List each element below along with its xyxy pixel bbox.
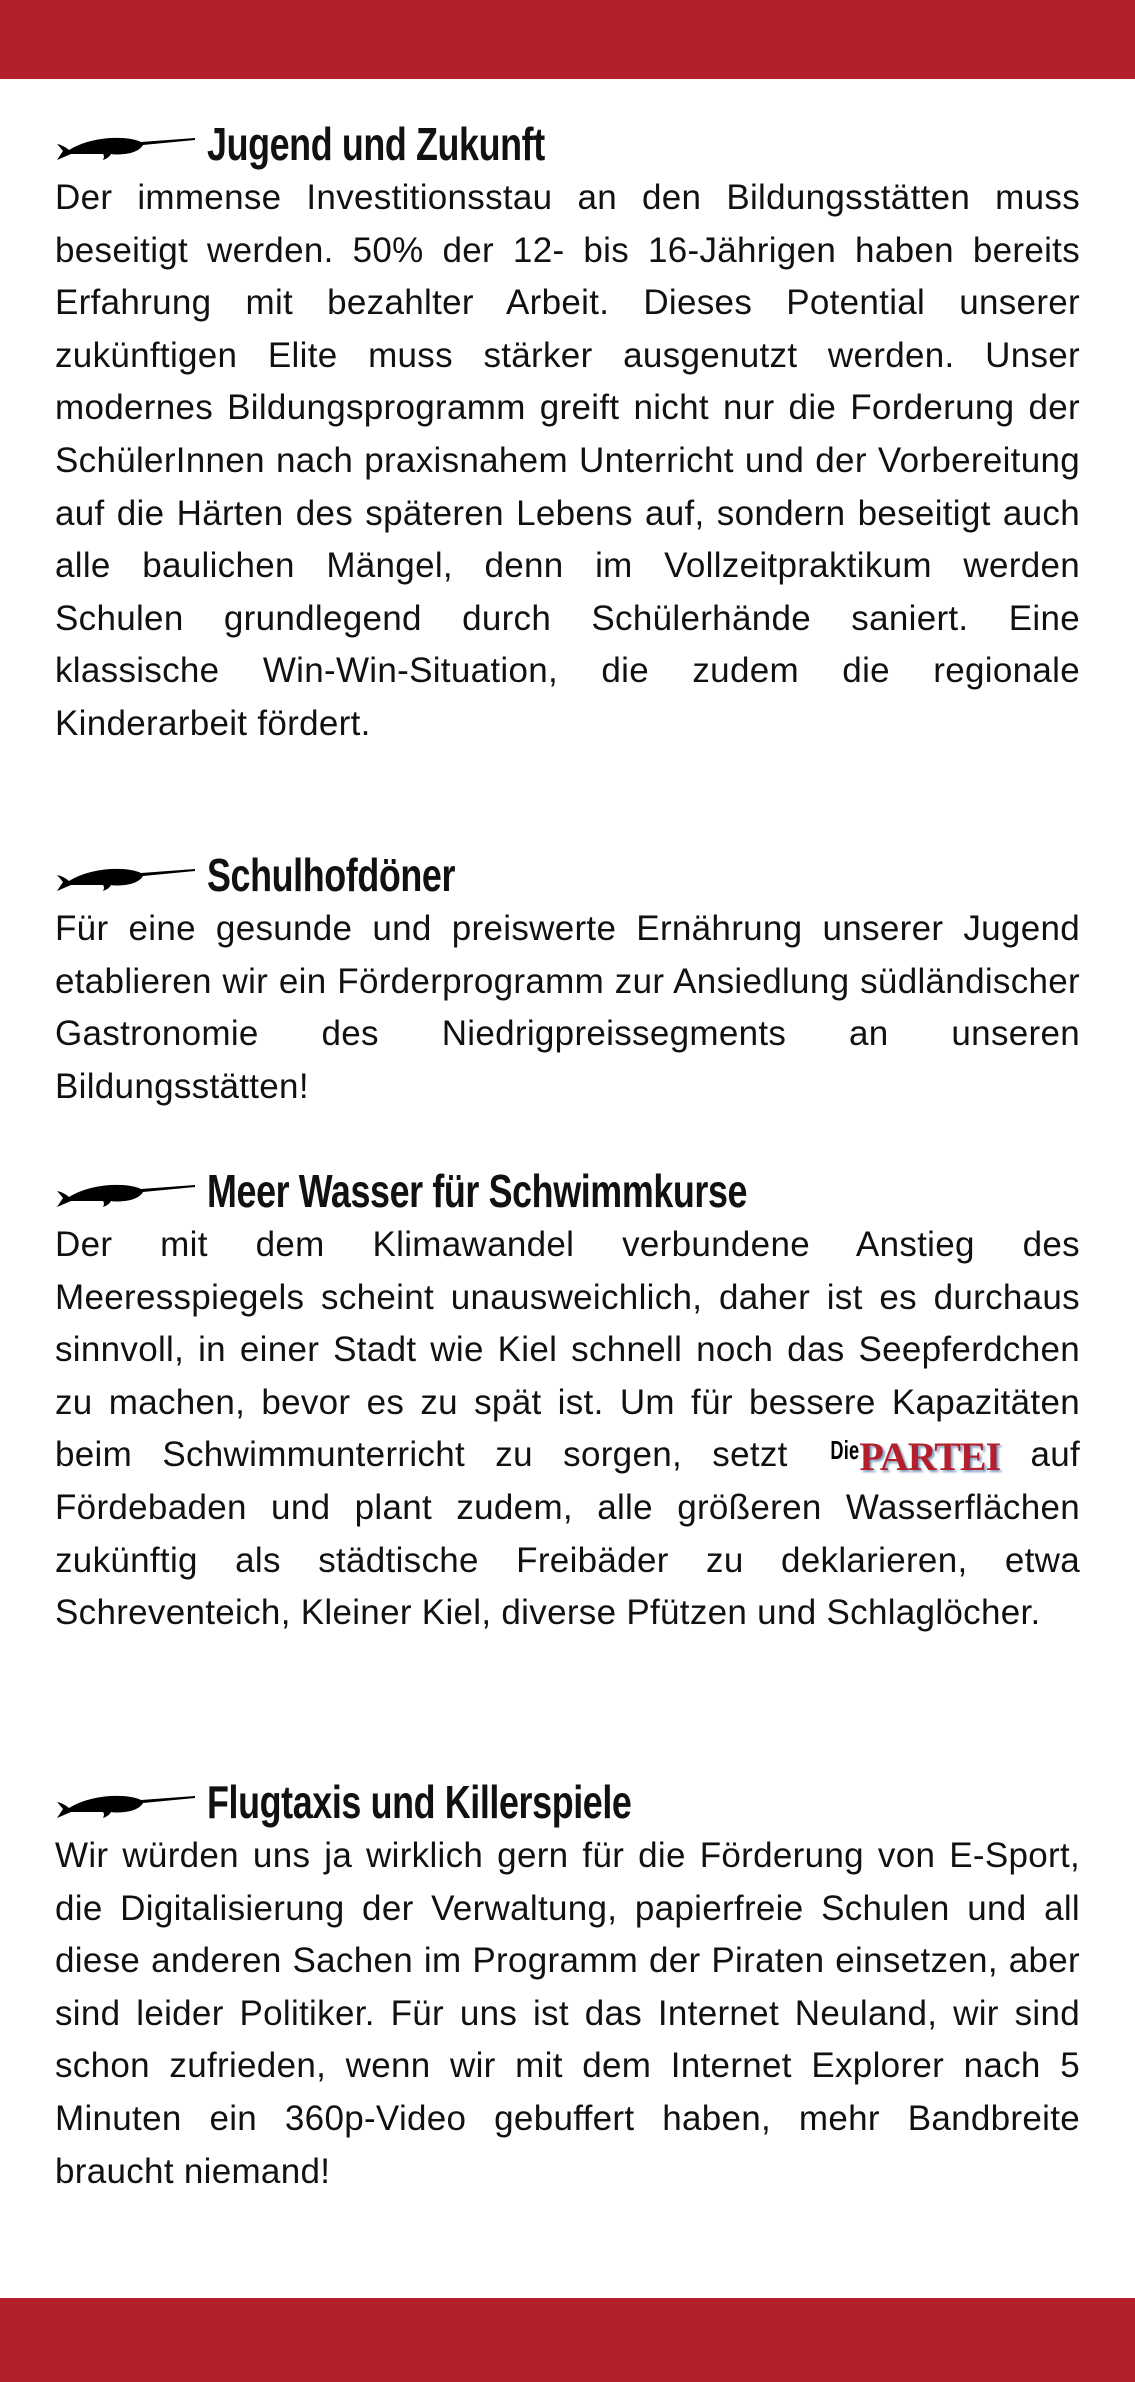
section-text: Der mit dem Klimawandel verbundene Ansti… (55, 1219, 1080, 1640)
logo-partei: PARTEI (859, 1434, 1001, 1480)
narwhal-icon (55, 1782, 195, 1822)
section-title: Meer Wasser für Schwimmkurse (207, 1165, 748, 1217)
section-title: Flugtaxis und Killerspiele (207, 1776, 632, 1828)
footer-bar (0, 2298, 1135, 2382)
section-text: Für eine gesunde und preiswerte Ernährun… (55, 909, 1080, 1106)
section-text: Der immense Investitionsstau an den Bild… (55, 178, 1080, 743)
section-text: Wir würden uns ja wirklich gern für die … (55, 1836, 1080, 2191)
section-title: Schulhofdöner (207, 849, 456, 901)
section-meer-wasser: Meer Wasser für Schwimmkurse Der mit dem… (55, 1163, 1080, 1640)
die-partei-logo: DiePARTEI (818, 1434, 1001, 1480)
logo-die: Die (830, 1435, 860, 1466)
section-schulhofdoener: Schulhofdöner Für eine gesunde und preis… (55, 847, 1080, 1113)
section-flugtaxis: Flugtaxis und Killerspiele Wir würden un… (55, 1774, 1080, 2198)
section-title: Jugend und Zukunft (207, 118, 545, 170)
header-bar (0, 0, 1135, 79)
narwhal-icon (55, 855, 195, 895)
section-jugend-und-zukunft: Jugend und Zukunft Der immense Investiti… (55, 116, 1080, 751)
narwhal-icon (55, 1171, 195, 1211)
narwhal-icon (55, 124, 195, 164)
